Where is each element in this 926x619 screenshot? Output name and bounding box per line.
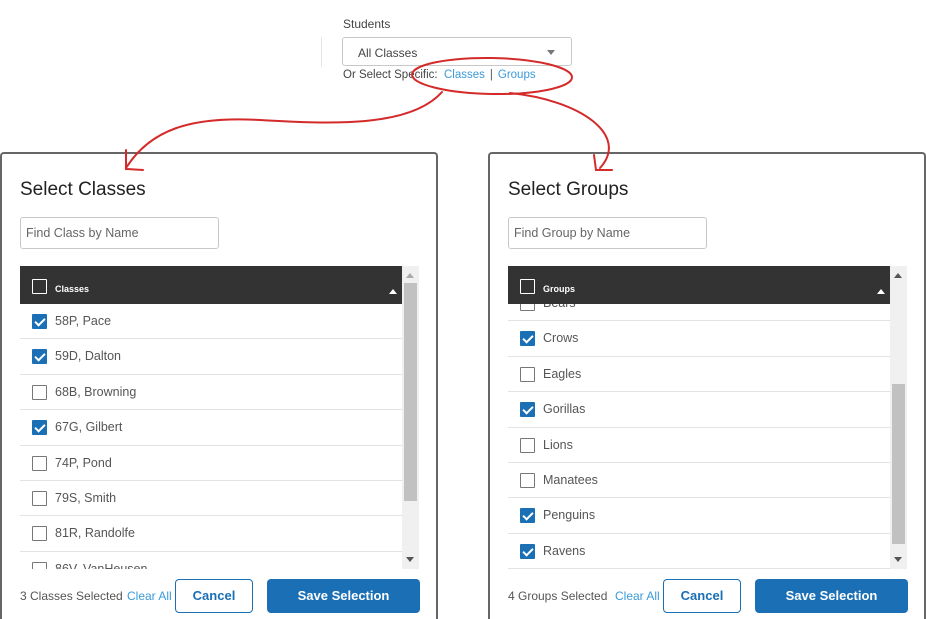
checkbox-checked[interactable]: [520, 331, 535, 347]
checkbox-checked[interactable]: [32, 314, 47, 329]
list-item-label: Manatees: [543, 472, 598, 487]
list-item-label: Penguins: [543, 508, 596, 523]
save-selection-button[interactable]: Save Selection: [755, 579, 908, 613]
table-header: Groups: [508, 266, 890, 304]
checkbox-unchecked[interactable]: [32, 384, 47, 400]
specific-prefix: Or Select Specific:: [343, 69, 438, 81]
cancel-button[interactable]: Cancel: [663, 579, 741, 613]
scroll-thumb[interactable]: [404, 283, 417, 501]
checkbox-unchecked[interactable]: [32, 561, 47, 569]
list-item-label: 58P, Pace: [55, 314, 112, 328]
list-item-label: 67G, Gilbert: [55, 420, 123, 435]
list-item-label: 81R, Randolfe: [55, 526, 135, 541]
specific-selection-row: Or Select Specific: Classes | Groups: [343, 69, 536, 81]
list-item[interactable]: Lions: [508, 428, 890, 463]
divider: [321, 37, 322, 67]
clear-all-link[interactable]: Clear All: [615, 589, 660, 603]
checkbox-unchecked[interactable]: [520, 472, 535, 488]
checkbox-checked[interactable]: [520, 402, 535, 418]
table-header: Classes: [20, 266, 402, 304]
classes-table: Classes 58P, Pace 59D, Dalton 68B, Brownin…: [20, 266, 402, 569]
list-item[interactable]: 81R, Randolfe: [20, 516, 402, 552]
class-search-input[interactable]: [20, 217, 219, 249]
sort-ascending-icon[interactable]: [877, 289, 885, 294]
checkbox-unchecked[interactable]: [520, 366, 535, 382]
list-item-label: 86V, VanHeusen: [55, 561, 148, 569]
list-item-label: Gorillas: [543, 402, 586, 417]
select-all-checkbox[interactable]: [520, 279, 535, 294]
dropdown-value: All Classes: [358, 46, 418, 60]
list-item[interactable]: Eagles: [508, 357, 890, 393]
chevron-down-icon: [547, 50, 555, 55]
scroll-up-icon[interactable]: [406, 273, 414, 278]
students-label: Students: [343, 17, 391, 31]
link-separator: |: [489, 69, 493, 81]
list-item[interactable]: 86V, VanHeusen: [20, 552, 402, 569]
groups-link[interactable]: Groups: [498, 69, 536, 81]
cancel-button[interactable]: Cancel: [175, 579, 253, 613]
list-item[interactable]: Gorillas: [508, 392, 890, 428]
select-all-checkbox[interactable]: [32, 279, 47, 294]
checkbox-unchecked[interactable]: [32, 490, 47, 506]
scroll-thumb[interactable]: [892, 384, 905, 544]
list-item-label: 79S, Smith: [55, 490, 117, 505]
checkbox-checked[interactable]: [520, 508, 535, 524]
sort-ascending-icon[interactable]: [389, 289, 397, 294]
list-item-label: Crows: [543, 331, 579, 346]
list-item-label: Eagles: [543, 366, 582, 381]
list-item-label: 59D, Dalton: [55, 349, 122, 364]
list-item-label: 68B, Browning: [55, 384, 137, 399]
checkbox-unchecked[interactable]: [520, 437, 535, 453]
modal-title: Select Groups: [508, 179, 629, 200]
list-item[interactable]: 58P, Pace: [20, 304, 402, 340]
classes-link[interactable]: Classes: [444, 69, 485, 81]
scroll-down-icon[interactable]: [894, 557, 902, 562]
list-item[interactable]: Manatees: [508, 463, 890, 499]
clear-all-link[interactable]: Clear All: [127, 589, 172, 603]
list-item[interactable]: 68B, Browning: [20, 375, 402, 411]
list-item-label: Lions: [543, 437, 573, 452]
selected-count: 3 Classes Selected: [20, 589, 123, 603]
save-selection-button[interactable]: Save Selection: [267, 579, 420, 613]
group-search-input[interactable]: [508, 217, 707, 249]
list-item[interactable]: Penguins: [508, 498, 890, 534]
select-classes-modal: Select Classes Classes 58P, Pace 59D, Dal…: [0, 152, 438, 619]
scroll-down-icon[interactable]: [406, 557, 414, 562]
groups-table: Groups BearsCrowsEaglesGorillasLionsMana…: [508, 266, 890, 569]
scroll-up-icon[interactable]: [894, 273, 902, 278]
list-item-label: 74P, Pond: [55, 455, 112, 470]
selected-count: 4 Groups Selected: [508, 589, 608, 603]
list-item[interactable]: 67G, Gilbert: [20, 410, 402, 446]
checkbox-unchecked[interactable]: [32, 526, 47, 542]
column-header-groups[interactable]: Groups: [543, 284, 575, 294]
checkbox-checked[interactable]: [520, 543, 535, 559]
checkbox-unchecked[interactable]: [32, 455, 47, 471]
column-header-classes[interactable]: Classes: [55, 284, 89, 294]
modal-title: Select Classes: [20, 179, 146, 200]
list-item[interactable]: 59D, Dalton: [20, 339, 402, 375]
select-groups-modal: Select Groups Groups BearsCrowsEaglesGor…: [488, 152, 926, 619]
checkbox-checked[interactable]: [32, 349, 47, 365]
list-item-label: Ravens: [543, 543, 586, 558]
students-dropdown[interactable]: All Classes: [342, 37, 572, 66]
groups-scrollbar[interactable]: [890, 266, 907, 569]
list-item[interactable]: Ravens: [508, 534, 890, 569]
list-item[interactable]: 79S, Smith: [20, 481, 402, 517]
list-item[interactable]: 74P, Pond: [20, 446, 402, 481]
checkbox-checked[interactable]: [32, 420, 47, 436]
classes-scrollbar[interactable]: [402, 266, 419, 569]
list-item[interactable]: Crows: [508, 321, 890, 357]
